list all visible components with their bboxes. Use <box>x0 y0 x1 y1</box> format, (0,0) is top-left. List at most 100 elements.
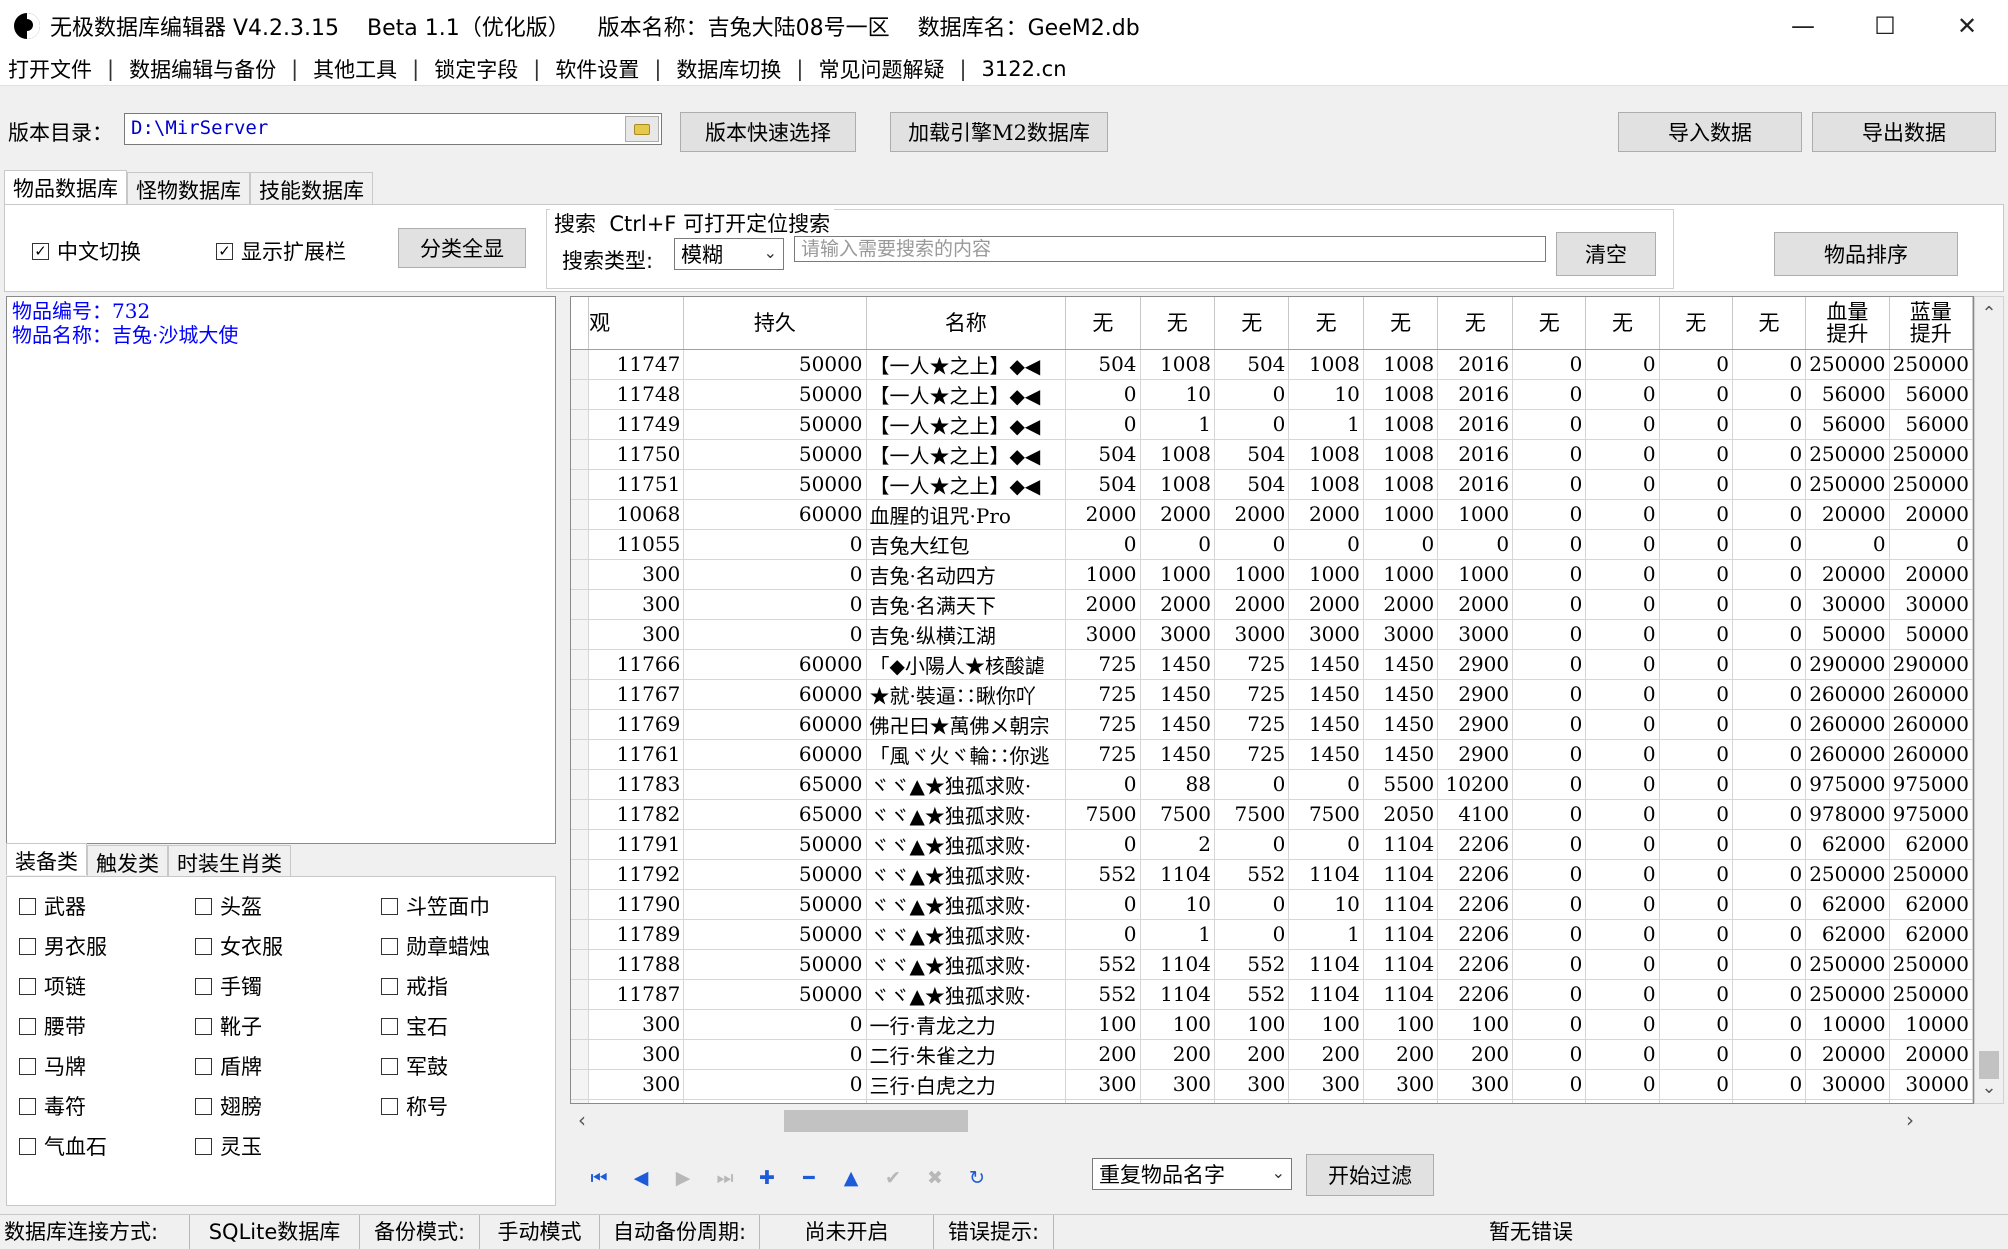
tab-skill-db[interactable]: 技能数据库 <box>250 172 373 204</box>
table-cell[interactable]: 260000 <box>1805 739 1890 770</box>
table-cell[interactable]: 0 <box>1732 679 1807 710</box>
column-header[interactable]: 血量 提升 <box>1805 297 1890 350</box>
row-indicator[interactable] <box>571 709 590 740</box>
table-cell[interactable]: 60000 <box>683 499 867 530</box>
table-cell[interactable]: 1104 <box>1363 889 1439 920</box>
table-row[interactable]: 11767 60000 ★就·裝逼∷瞅你吖 725 1450 725 1450 1450 290… <box>571 679 1973 710</box>
table-cell[interactable]: 0 <box>1585 529 1660 560</box>
row-indicator[interactable] <box>571 439 590 470</box>
table-cell[interactable]: 0 <box>1512 739 1587 770</box>
table-cell[interactable]: 30000 <box>1889 589 1973 620</box>
table-cell[interactable]: 1450 <box>1288 649 1364 680</box>
table-cell[interactable]: 400 <box>1140 1099 1215 1103</box>
table-cell[interactable]: 1450 <box>1140 649 1215 680</box>
scroll-right-icon[interactable]: › <box>1906 1108 1914 1132</box>
table-cell[interactable]: 0 <box>1512 949 1587 980</box>
table-cell[interactable]: 504 <box>1065 439 1141 470</box>
table-cell[interactable]: 1104 <box>1363 949 1439 980</box>
table-cell[interactable]: 1008 <box>1363 469 1439 500</box>
column-header[interactable]: 无 <box>1214 297 1290 350</box>
table-cell[interactable]: 0 <box>1065 379 1141 410</box>
table-cell[interactable]: 250000 <box>1889 439 1973 470</box>
table-cell[interactable]: 552 <box>1214 949 1290 980</box>
table-cell[interactable]: 62000 <box>1889 919 1973 950</box>
table-cell[interactable]: 30000 <box>1805 1069 1890 1100</box>
table-cell[interactable]: 50000 <box>683 949 867 980</box>
scroll-up-icon[interactable]: ⌃ <box>1975 303 2003 324</box>
table-cell[interactable]: 10068 <box>588 499 685 530</box>
table-cell[interactable]: 0 <box>1585 829 1660 860</box>
table-cell[interactable]: 0 <box>1585 559 1660 590</box>
minimize-button[interactable]: — <box>1762 0 1844 52</box>
table-cell[interactable]: 2000 <box>1288 589 1364 620</box>
table-cell[interactable]: 0 <box>1659 889 1733 920</box>
row-indicator[interactable] <box>571 769 590 800</box>
table-cell[interactable]: 2000 <box>1363 589 1439 620</box>
table-cell[interactable]: 62000 <box>1889 889 1973 920</box>
table-cell[interactable]: 7500 <box>1065 799 1141 830</box>
table-cell[interactable]: 0 <box>1512 1039 1587 1070</box>
table-cell[interactable]: 978000 <box>1805 799 1890 830</box>
table-cell[interactable]: 504 <box>1065 469 1141 500</box>
table-cell[interactable]: 0 <box>1659 1039 1733 1070</box>
table-cell[interactable]: 1450 <box>1363 709 1439 740</box>
table-cell[interactable]: 20000 <box>1889 559 1973 590</box>
table-cell[interactable]: 1450 <box>1363 679 1439 710</box>
splitter[interactable] <box>556 296 566 1208</box>
table-cell[interactable]: 290000 <box>1889 649 1973 680</box>
tab-equipment[interactable]: 装备类 <box>6 843 87 875</box>
table-cell[interactable]: 552 <box>1065 949 1141 980</box>
table-cell[interactable]: 0 <box>1659 739 1733 770</box>
table-cell[interactable]: 50000 <box>683 859 867 890</box>
table-cell[interactable]: 0 <box>683 1009 867 1040</box>
table-cell[interactable]: 1104 <box>1363 859 1439 890</box>
table-cell[interactable]: 3000 <box>1363 619 1439 650</box>
table-cell[interactable]: 0 <box>1363 529 1439 560</box>
table-cell[interactable]: 「風ヾ火ヾ輪∷你逃 <box>866 739 1067 770</box>
table-cell[interactable]: 2000 <box>1214 499 1290 530</box>
table-cell[interactable]: 2206 <box>1437 979 1514 1010</box>
table-cell[interactable]: 300 <box>588 1039 685 1070</box>
table-cell[interactable]: 20000 <box>1889 499 1973 530</box>
table-cell[interactable]: 0 <box>1659 1099 1733 1103</box>
table-cell[interactable]: 1450 <box>1363 649 1439 680</box>
table-cell[interactable]: 10 <box>1288 889 1364 920</box>
table-cell[interactable]: 1008 <box>1288 469 1364 500</box>
table-cell[interactable]: 0 <box>1512 529 1587 560</box>
table-cell[interactable]: 0 <box>1288 829 1364 860</box>
table-cell[interactable]: 60000 <box>683 709 867 740</box>
table-cell[interactable]: 0 <box>1732 889 1807 920</box>
horizontal-scroll-thumb[interactable] <box>784 1110 968 1132</box>
table-cell[interactable]: 200 <box>1214 1039 1290 1070</box>
category-checkbox[interactable]: 斗笠面巾 <box>381 891 490 921</box>
table-cell[interactable]: 0 <box>1585 949 1660 980</box>
tab-trigger[interactable]: 触发类 <box>87 845 168 877</box>
table-cell[interactable]: 11751 <box>588 469 685 500</box>
column-header[interactable]: 无 <box>1659 297 1733 350</box>
table-cell[interactable]: 血腥的诅咒·Pro <box>866 499 1067 530</box>
table-cell[interactable]: 400 <box>1437 1099 1514 1103</box>
table-cell[interactable]: 2206 <box>1437 829 1514 860</box>
table-cell[interactable]: 0 <box>1585 1099 1660 1103</box>
table-cell[interactable]: 20000 <box>1889 1039 1973 1070</box>
table-cell[interactable]: 0 <box>1512 919 1587 950</box>
item-sort-button[interactable]: 物品排序 <box>1774 232 1958 276</box>
menu-settings[interactable]: 软件设置 <box>555 54 639 84</box>
menu-edit-backup[interactable]: 数据编辑与备份 <box>129 54 276 84</box>
table-cell[interactable]: ヾヾ▲★独孤求败· <box>866 979 1067 1010</box>
table-cell[interactable]: 552 <box>1214 979 1290 1010</box>
table-cell[interactable]: 0 <box>1659 649 1733 680</box>
table-cell[interactable]: 0 <box>1065 409 1141 440</box>
column-header[interactable]: 无 <box>1140 297 1215 350</box>
table-cell[interactable]: 260000 <box>1805 709 1890 740</box>
table-cell[interactable]: 2000 <box>1288 499 1364 530</box>
table-cell[interactable]: 725 <box>1065 679 1141 710</box>
table-cell[interactable]: 1008 <box>1363 439 1439 470</box>
category-checkbox[interactable]: 女衣服 <box>195 931 283 961</box>
row-indicator[interactable] <box>571 499 590 530</box>
category-checkbox[interactable]: 宝石 <box>381 1011 448 1041</box>
table-cell[interactable]: 0 <box>683 1099 867 1103</box>
category-checkbox[interactable]: 戒指 <box>381 971 448 1001</box>
column-header[interactable]: 名称 <box>866 297 1067 350</box>
table-cell[interactable]: 100 <box>1140 1009 1215 1040</box>
